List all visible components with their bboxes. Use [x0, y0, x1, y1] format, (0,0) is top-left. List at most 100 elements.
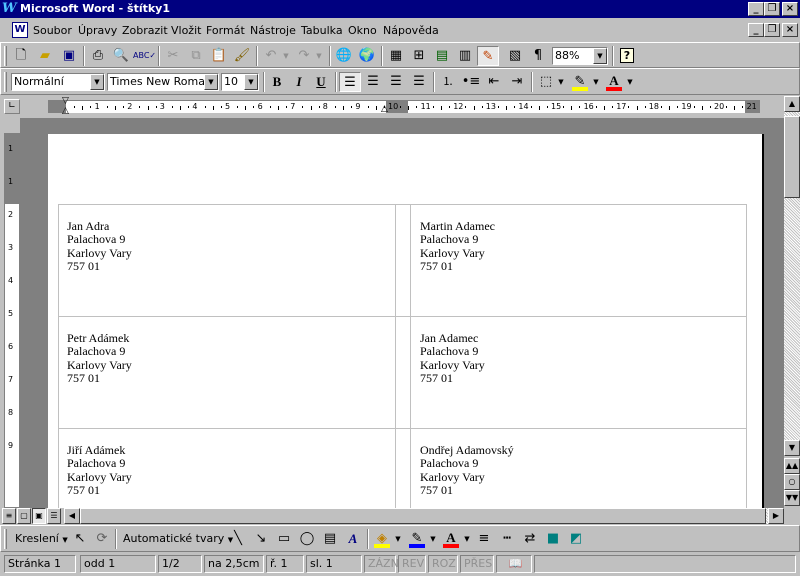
first-line-indent-icon[interactable]: ▽ [62, 96, 69, 106]
drawing-icon[interactable]: ✎ [477, 46, 499, 66]
format-painter-icon[interactable]: 🖌 [231, 46, 253, 66]
redo-dropdown-icon[interactable]: ▼ [314, 46, 324, 66]
highlight-dropdown-icon[interactable]: ▼ [591, 72, 601, 92]
help-icon[interactable]: ? [616, 46, 638, 66]
3d-icon[interactable]: ◩ [565, 529, 587, 549]
undo-icon[interactable]: ↶ [260, 46, 282, 66]
status-line[interactable]: ř. 1 [266, 555, 304, 573]
line-color-icon[interactable]: ✎ [406, 529, 428, 549]
copy-icon[interactable]: ⧉ [185, 46, 207, 66]
borders-icon[interactable]: ⬚ [535, 72, 557, 92]
scroll-up-icon[interactable]: ▲ [784, 96, 800, 112]
minimize-icon[interactable]: _ [748, 2, 764, 16]
document-icon[interactable]: W [12, 22, 28, 38]
restore-icon[interactable]: ❐ [764, 2, 780, 16]
toolbar-grip[interactable] [4, 46, 7, 66]
chevron-down-icon[interactable]: ▼ [90, 74, 104, 90]
font-size-select[interactable]: 10 ▼ [221, 73, 259, 91]
align-center-icon[interactable]: ☰ [362, 72, 384, 92]
status-pages[interactable]: 1/2 [158, 555, 202, 573]
fill-color-dropdown-icon[interactable]: ▼ [393, 529, 403, 549]
menu-tools[interactable]: Nástroje [250, 24, 296, 37]
status-ovr[interactable]: PŘES [460, 555, 494, 573]
line-icon[interactable]: ╲ [227, 529, 249, 549]
draw-font-color-dropdown-icon[interactable]: ▼ [462, 529, 472, 549]
spelling-status-icon[interactable]: 📖 [496, 555, 532, 573]
menu-format[interactable]: Formát [206, 24, 245, 37]
web-layout-view-icon[interactable]: ▢ [17, 508, 31, 524]
next-page-icon[interactable]: ▼▼ [784, 490, 800, 506]
horizontal-ruler[interactable]: ∟ 1 2 3 4 5 6 7 8 9 10 11 12 13 14 15 16 17 18 19 20 21 ▽ △ … [0, 96, 784, 116]
label-cell[interactable]: Jan Adamec Palachova 9 Karlovy Vary 757 … [420, 331, 485, 385]
borders-dropdown-icon[interactable]: ▼ [556, 72, 566, 92]
document-area[interactable]: Jan Adra Palachova 9 Karlovy Vary 757 01… [20, 118, 784, 508]
menu-insert[interactable]: Vložit [171, 24, 201, 37]
menu-file[interactable]: Soubor [33, 24, 72, 37]
chevron-down-icon[interactable]: ▼ [204, 74, 218, 90]
columns-icon[interactable]: ▥ [454, 46, 476, 66]
insert-excel-icon[interactable]: ▤ [431, 46, 453, 66]
previous-page-icon[interactable]: ▲▲ [784, 458, 800, 474]
rectangle-icon[interactable]: ▭ [273, 529, 295, 549]
paste-icon[interactable]: 📋 [208, 46, 230, 66]
menu-window[interactable]: Okno [348, 24, 377, 37]
toolbar-grip[interactable] [4, 529, 7, 549]
hanging-indent-icon[interactable]: △ [62, 106, 69, 116]
status-page[interactable]: Stránka 1 [4, 555, 76, 573]
chevron-down-icon[interactable]: ▼ [593, 48, 607, 64]
menu-edit[interactable]: Úpravy [78, 24, 117, 37]
underline-button[interactable]: U [310, 72, 332, 92]
label-cell[interactable]: Ondřej Adamovský Palachova 9 Karlovy Var… [420, 443, 514, 497]
chevron-down-icon[interactable]: ▼ [244, 74, 258, 90]
doc-close-icon[interactable]: × [782, 23, 798, 37]
cut-icon[interactable]: ✂ [162, 46, 184, 66]
align-right-icon[interactable]: ☰ [385, 72, 407, 92]
bullets-icon[interactable]: •≡ [460, 72, 482, 92]
normal-view-icon[interactable]: ≡ [2, 508, 16, 524]
status-column[interactable]: sl. 1 [306, 555, 362, 573]
word-app-icon[interactable]: W [2, 1, 18, 17]
label-cell[interactable]: Jan Adra Palachova 9 Karlovy Vary 757 01 [67, 219, 132, 273]
insert-table-icon[interactable]: ⊞ [408, 46, 430, 66]
bold-button[interactable]: B [266, 72, 288, 92]
status-ext[interactable]: ROZ [428, 555, 458, 573]
scroll-left-icon[interactable]: ◀ [64, 508, 80, 524]
select-browse-object-icon[interactable]: ○ [784, 474, 800, 490]
label-cell[interactable]: Martin Adamec Palachova 9 Karlovy Vary 7… [420, 219, 495, 273]
print-layout-view-icon[interactable]: ▣ [32, 508, 46, 524]
numbering-icon[interactable]: ⒈ [437, 72, 459, 92]
font-color-dropdown-icon[interactable]: ▼ [625, 72, 635, 92]
show-formatting-icon[interactable]: ¶ [527, 46, 549, 66]
vertical-ruler[interactable]: 1 1 2 3 4 5 6 7 8 9 [4, 133, 20, 508]
vertical-scrollbar[interactable]: ▲ ▼ ▲▲ ○ ▼▼ [784, 96, 800, 508]
status-trk[interactable]: REV [398, 555, 426, 573]
redo-icon[interactable]: ↷ [293, 46, 315, 66]
new-document-icon[interactable]: 🗋 [10, 46, 32, 66]
right-indent-icon[interactable]: △ [381, 104, 388, 114]
scroll-thumb[interactable] [784, 116, 800, 198]
doc-minimize-icon[interactable]: _ [748, 23, 764, 37]
style-select[interactable]: Normální ▼ [11, 73, 105, 91]
undo-dropdown-icon[interactable]: ▼ [281, 46, 291, 66]
autoshapes-menu-button[interactable]: Automatické tvary ▼ [123, 532, 233, 545]
free-rotate-icon[interactable]: ⟳ [91, 529, 113, 549]
justify-icon[interactable]: ☰ [408, 72, 430, 92]
label-cell[interactable]: Petr Adámek Palachova 9 Karlovy Vary 757… [67, 331, 132, 385]
align-left-icon[interactable]: ☰ [339, 72, 361, 92]
wordart-icon[interactable]: A [342, 529, 364, 549]
horizontal-scroll-thumb[interactable] [80, 508, 766, 524]
tab-selector-icon[interactable]: ∟ [4, 99, 20, 114]
highlight-icon[interactable]: ✎ [569, 72, 591, 92]
arrow-icon[interactable]: ↘ [250, 529, 272, 549]
spelling-icon[interactable]: ABC✓ [133, 46, 156, 66]
tables-borders-icon[interactable]: ▦ [385, 46, 407, 66]
increase-indent-icon[interactable]: ⇥ [506, 72, 528, 92]
web-toolbar-icon[interactable]: 🌍 [356, 46, 378, 66]
menu-view[interactable]: Zobrazit [122, 24, 168, 37]
document-map-icon[interactable]: ▧ [504, 46, 526, 66]
document-page[interactable]: Jan Adra Palachova 9 Karlovy Vary 757 01… [48, 134, 764, 508]
status-section[interactable]: odd 1 [80, 555, 156, 573]
menu-table[interactable]: Tabulka [301, 24, 343, 37]
fill-color-icon[interactable]: ◈ [371, 529, 393, 549]
decrease-indent-icon[interactable]: ⇤ [483, 72, 505, 92]
